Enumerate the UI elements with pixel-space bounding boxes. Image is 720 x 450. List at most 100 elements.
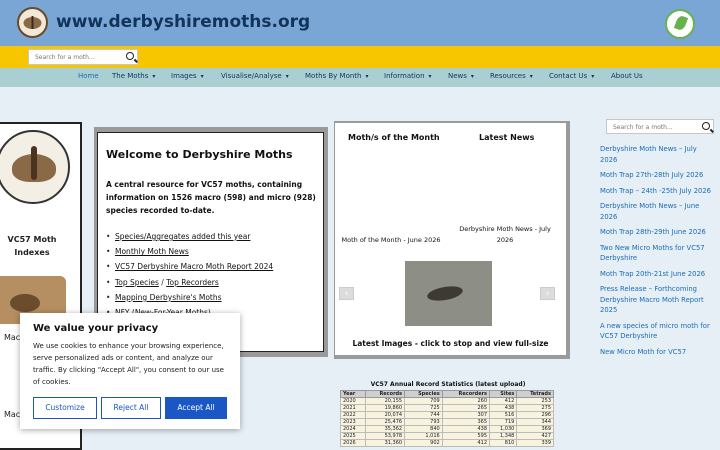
chevron-down-icon: ▾ [152, 73, 156, 80]
site-logo[interactable] [17, 7, 48, 38]
news-link[interactable]: Two New Micro Moths for VC57 Derbyshire [600, 243, 715, 264]
stats-cell: 516 [489, 411, 518, 419]
table-row: 2025 53,978 1,016 595 1,348 427 [339, 432, 554, 440]
nav-item-visualise-analyse[interactable]: Visualise/Analyse ▾ [221, 72, 289, 80]
stats-title: VC57 Annual Record Statistics (latest up… [370, 381, 526, 388]
search-icon[interactable] [126, 52, 134, 60]
stats-cell: 253 [516, 397, 554, 405]
reject-all-button[interactable]: Reject All [101, 397, 161, 419]
welcome-link[interactable]: Top Species [115, 278, 159, 287]
header-search-input[interactable]: Search for a moth... [28, 49, 138, 65]
nav-item-label: The Moths [112, 72, 149, 80]
nav-item-contact-us[interactable]: Contact Us ▾ [549, 72, 594, 80]
nav-item-images[interactable]: Images ▾ [171, 72, 204, 80]
latest-news-heading: Latest News [479, 133, 535, 142]
nav-item-about-us[interactable]: About Us [611, 72, 643, 80]
stats-cell: 31,360 [365, 439, 406, 447]
chevron-down-icon: ▾ [428, 73, 432, 80]
moth-of-month-caption[interactable]: Moth of the Month - June 2026 [338, 235, 444, 246]
stats-cell: 2021 [339, 404, 367, 412]
nav-item-label: Home [78, 72, 99, 80]
latest-carousel: Moth/s of the Month Latest News Moth of … [335, 123, 566, 355]
nav-item-moths-by-month[interactable]: Moths By Month ▾ [305, 72, 369, 80]
stats-cell: 427 [516, 432, 554, 440]
nav-item-label: Information [384, 72, 425, 80]
carousel-prev-icon[interactable]: ‹ [339, 287, 354, 300]
news-link[interactable]: Moth Trap – 24th -25th July 2026 [600, 186, 715, 197]
nav-item-the-moths[interactable]: The Moths ▾ [112, 72, 155, 80]
moth-index-caption[interactable]: Mac [4, 333, 20, 342]
chevron-down-icon: ▾ [365, 73, 369, 80]
stats-cell: 2022 [339, 411, 367, 419]
stats-cell: 412 [441, 439, 491, 447]
cookie-consent-dialog: We value your privacy We use cookies to … [20, 313, 240, 429]
table-row: 2020 20,155 709 260 412 253 [339, 397, 554, 405]
welcome-link[interactable]: VC57 Derbyshire Macro Moth Report 2024 [115, 262, 273, 271]
welcome-link[interactable]: Monthly Moth News [115, 247, 189, 256]
stats-cell: 902 [404, 439, 443, 447]
carousel-next-icon[interactable]: › [540, 287, 555, 300]
news-link[interactable]: A new species of micro moth for VC57 Der… [600, 321, 715, 342]
chevron-down-icon: ▾ [200, 73, 204, 80]
news-link[interactable]: Moth Trap 28th-29th June 2026 [600, 227, 715, 238]
welcome-link-item: Top Species / Top Recorders [106, 275, 318, 290]
stats-column-header: Sites [489, 390, 518, 398]
nav-item-news[interactable]: News ▾ [448, 72, 474, 80]
stats-cell: 793 [404, 418, 443, 426]
site-title[interactable]: www.derbyshiremoths.org [56, 12, 310, 32]
news-link[interactable]: Moth Trap 27th-28th July 2026 [600, 170, 715, 181]
news-link[interactable]: Press Release – Forthcoming Derbyshire M… [600, 284, 715, 316]
nav-item-label: Resources [490, 72, 526, 80]
stats-cell: 438 [441, 425, 491, 433]
table-row: 2026 31,360 902 412 810 339 [339, 439, 554, 447]
stats-cell: 19,860 [365, 404, 406, 412]
stats-cell: 1,016 [404, 432, 443, 440]
nav-item-label: Images [171, 72, 197, 80]
customize-button[interactable]: Customize [33, 397, 97, 419]
stats-cell: 365 [441, 418, 491, 426]
table-row: 2021 19,860 725 265 438 275 [339, 404, 554, 412]
stats-cell: 719 [489, 418, 518, 426]
stats-column-header: Recorders [441, 390, 491, 398]
welcome-link-item: Species/Aggregates added this year [106, 229, 318, 244]
stats-column-header: Species [404, 390, 443, 398]
table-row: 2024 35,362 840 438 1,030 369 [339, 425, 554, 433]
search-icon[interactable] [702, 122, 710, 130]
stats-cell: 2025 [339, 432, 367, 440]
news-link[interactable]: New Micro Moth for VC57 [600, 347, 715, 358]
nav-item-label: Moths By Month [305, 72, 362, 80]
latest-images-caption[interactable]: Latest Images - click to stop and view f… [335, 339, 566, 348]
stats-cell: 53,978 [365, 432, 406, 440]
nav-item-label: News [448, 72, 467, 80]
carousel-moth-image[interactable] [405, 261, 492, 326]
nav-item-resources[interactable]: Resources ▾ [490, 72, 533, 80]
moth-indexes-title: VC57 Moth Indexes [7, 235, 57, 257]
welcome-link[interactable]: Top Recorders [166, 278, 219, 287]
moth-index-caption[interactable]: Mac [4, 410, 20, 419]
latest-news-caption[interactable]: Derbyshire Moth News - July 2026 [455, 224, 555, 246]
table-row: 2023 25,476 793 365 719 344 [339, 418, 554, 426]
news-link[interactable]: Derbyshire Moth News – July 2026 [600, 144, 715, 165]
news-link[interactable]: Derbyshire Moth News – June 2026 [600, 201, 715, 222]
stats-cell: 725 [404, 404, 443, 412]
sidebar-search-input[interactable]: Search for a moth... [606, 119, 714, 134]
stats-cell: 840 [404, 425, 443, 433]
cookie-title: We value your privacy [33, 323, 159, 334]
nav-item-home[interactable]: Home [78, 72, 99, 80]
stats-cell: 2026 [339, 439, 367, 447]
welcome-link-item: Monthly Moth News [106, 244, 318, 259]
welcome-link-item: Mapping Derbyshire's Moths [106, 290, 318, 305]
welcome-link[interactable]: Mapping Derbyshire's Moths [115, 293, 222, 302]
stats-cell: 2024 [339, 425, 367, 433]
award-badge-icon [665, 9, 695, 39]
nav-item-information[interactable]: Information ▾ [384, 72, 432, 80]
stats-cell: 412 [489, 397, 518, 405]
stats-cell: 275 [516, 404, 554, 412]
nav-item-label: Contact Us [549, 72, 588, 80]
stats-cell: 20,074 [365, 411, 406, 419]
news-link[interactable]: Moth Trap 20th-21st June 2026 [600, 269, 715, 280]
stats-cell: 810 [489, 439, 518, 447]
stats-cell: 307 [441, 411, 491, 419]
accept-all-button[interactable]: Accept All [165, 397, 227, 419]
welcome-link[interactable]: Species/Aggregates added this year [115, 232, 250, 241]
